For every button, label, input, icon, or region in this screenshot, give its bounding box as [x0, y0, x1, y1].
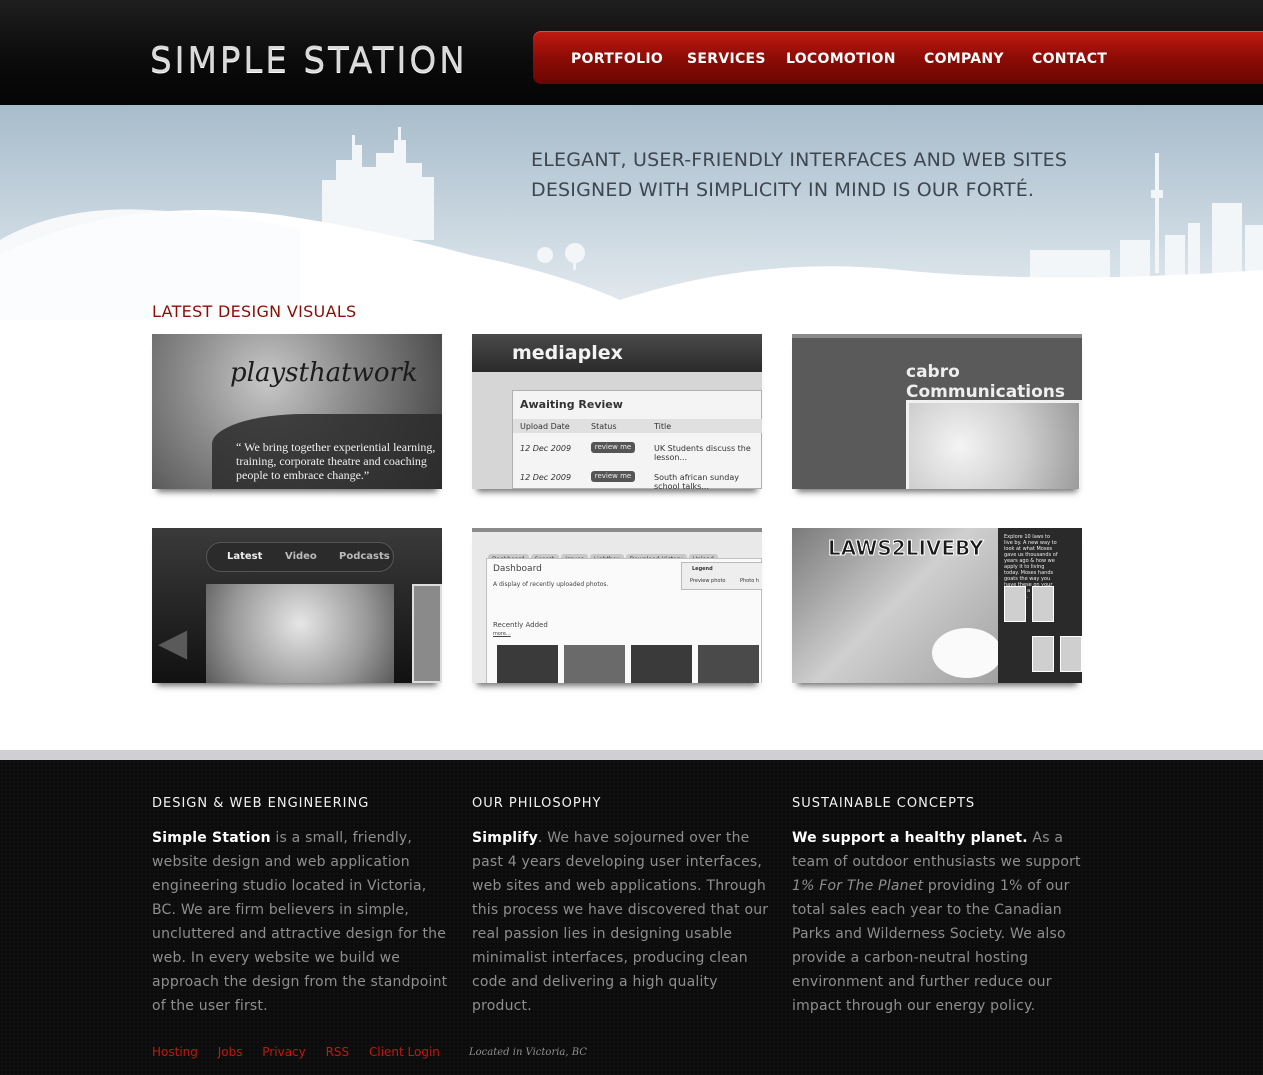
legend-preview: Preview photo [690, 578, 726, 584]
col-title: Title [654, 422, 672, 431]
thumb-title: LAWS2LIVEBY [828, 536, 985, 561]
legend-box: Legend Preview photo Photo h [681, 562, 762, 590]
col-title: DESIGN & WEB ENGINEERING [152, 796, 370, 811]
panel-title: Awaiting Review [520, 398, 623, 411]
main-nav: PORTFOLIO SERVICES LOCOMOTION COMPANY CO… [533, 31, 1263, 84]
col-lead: Simplify [472, 830, 538, 846]
row1-date: 12 Dec 2009 [520, 444, 572, 453]
thumb-photo [206, 584, 394, 683]
footer-link-client-login[interactable]: Client Login [369, 1045, 440, 1059]
row2-status: review me [591, 471, 635, 482]
mini-photo [1060, 636, 1082, 672]
nav-portfolio[interactable]: PORTFOLIO [571, 51, 663, 67]
hero-banner: ELEGANT, USER-FRIENDLY INTERFACES AND WE… [0, 105, 1263, 320]
footer-link-jobs[interactable]: Jobs [218, 1045, 243, 1059]
col-date: Upload Date [520, 422, 570, 431]
thumb-brand: cabro Communications [906, 362, 1066, 402]
tab-video: Video [285, 551, 317, 562]
photo-thumb [631, 645, 692, 683]
thumb-script-title: playsthatwork [230, 358, 418, 388]
photo-thumb [497, 645, 558, 683]
tab-podcasts: Podcasts [339, 551, 390, 562]
left-arrow-icon: ◀ [158, 620, 188, 664]
col-text: . We have sojourned over the past 4 year… [472, 830, 769, 1014]
thumb-photo-next [412, 584, 442, 683]
thumb-quote: “ We bring together experiential learnin… [236, 440, 436, 482]
col-emphasis: 1% For The Planet [792, 878, 924, 894]
recent-title: Recently Added [493, 621, 548, 629]
thumb-tabbar: DashboardSearchIssuesLightboxDownload Hi… [488, 546, 720, 566]
thumb-photo [906, 400, 1082, 489]
col-body: We support a healthy planet. As a team o… [792, 826, 1092, 1018]
col-text: providing 1% of our total sales each yea… [792, 878, 1070, 1014]
col-title: OUR PHILOSOPHY [472, 796, 602, 811]
footer-link-privacy[interactable]: Privacy [262, 1045, 305, 1059]
visual-thumb-mediaplex[interactable]: mediaplex Awaiting Review Upload Date St… [472, 334, 762, 489]
tab-latest: Latest [227, 551, 263, 562]
visual-thumb-dashboard[interactable]: DashboardSearchIssuesLightboxDownload Hi… [472, 528, 762, 683]
site-logo[interactable]: SIMPLE STATION [150, 40, 468, 81]
legend-photo: Photo h [740, 578, 760, 584]
legend-title: Legend [692, 566, 713, 572]
hero-city-illustration [0, 127, 1263, 320]
visual-thumb-cabro[interactable]: cabro Communications [792, 334, 1082, 489]
footer-link-hosting[interactable]: Hosting [152, 1045, 198, 1059]
mini-photo [1032, 586, 1054, 622]
col-body: Simplify. We have sojourned over the pas… [472, 826, 777, 1018]
nav-services[interactable]: SERVICES [687, 51, 766, 67]
section-title: LATEST DESIGN VISUALS [152, 302, 357, 321]
table-header: Upload Date Status Title [513, 419, 762, 433]
mini-photo [1032, 636, 1054, 672]
speech-bubble [932, 628, 1002, 678]
col-status: Status [591, 422, 617, 431]
visual-thumb-laws2liveby[interactable]: LAWS2LIVEBY Explore 10 laws to live by. … [792, 528, 1082, 683]
mini-photo [1004, 586, 1026, 622]
footer-link-rss[interactable]: RSS [326, 1045, 350, 1059]
col-body: Simple Station is a small, friendly, web… [152, 826, 452, 1018]
more-link: more... [493, 631, 511, 637]
footer-col-philosophy: OUR PHILOSOPHY Simplify. We have sojourn… [472, 796, 777, 1018]
photo-thumb [698, 645, 759, 683]
hero-tagline-line1: ELEGANT, USER-FRIENDLY INTERFACES AND WE… [531, 149, 1068, 171]
thumb-brand: mediaplex [512, 342, 623, 364]
nav-company[interactable]: COMPANY [924, 51, 1004, 67]
footer-col-sustainable: SUSTAINABLE CONCEPTS We support a health… [792, 796, 1092, 1018]
thumb-tabbar: Latest Video Podcasts [206, 542, 394, 572]
col-text: is a small, friendly, website design and… [152, 830, 448, 1014]
thumb-review-panel: Awaiting Review Upload Date Status Title… [512, 390, 762, 489]
dashboard-title: Dashboard [493, 564, 542, 574]
site-footer: DESIGN & WEB ENGINEERING Simple Station … [0, 760, 1263, 1075]
nav-contact[interactable]: CONTACT [1032, 51, 1107, 67]
photo-thumb [564, 645, 625, 683]
site-header: SIMPLE STATION PORTFOLIO SERVICES LOCOMO… [0, 0, 1263, 105]
visual-thumb-playsthatwork[interactable]: playsthatwork “ We bring together experi… [152, 334, 442, 489]
footer-separator [0, 750, 1263, 760]
nav-locomotion[interactable]: LOCOMOTION [786, 51, 896, 67]
located-note: Located in Victoria, BC [469, 1047, 587, 1058]
hero-tagline-line2: DESIGNED WITH SIMPLICITY IN MIND IS OUR … [531, 179, 1035, 201]
footer-links: Hosting Jobs Privacy RSS Client Login [152, 1045, 456, 1059]
row2-date: 12 Dec 2009 [520, 473, 572, 482]
hero-tagline: ELEGANT, USER-FRIENDLY INTERFACES AND WE… [531, 145, 1067, 205]
footer-col-design: DESIGN & WEB ENGINEERING Simple Station … [152, 796, 452, 1018]
col-lead: Simple Station [152, 830, 271, 846]
col-lead: We support a healthy planet. [792, 830, 1028, 846]
row1-status: review me [591, 442, 635, 453]
visual-thumb-video[interactable]: Latest Video Podcasts ◀ [152, 528, 442, 683]
row1-title: UK Students discuss the lesson... [654, 444, 751, 462]
row2-title: South african sunday school talks... [654, 473, 739, 489]
thumb-dashboard-panel: Dashboard A display of recently uploaded… [486, 558, 762, 683]
col-title: SUSTAINABLE CONCEPTS [792, 796, 976, 811]
dashboard-desc: A display of recently uploaded photos. [493, 581, 609, 588]
